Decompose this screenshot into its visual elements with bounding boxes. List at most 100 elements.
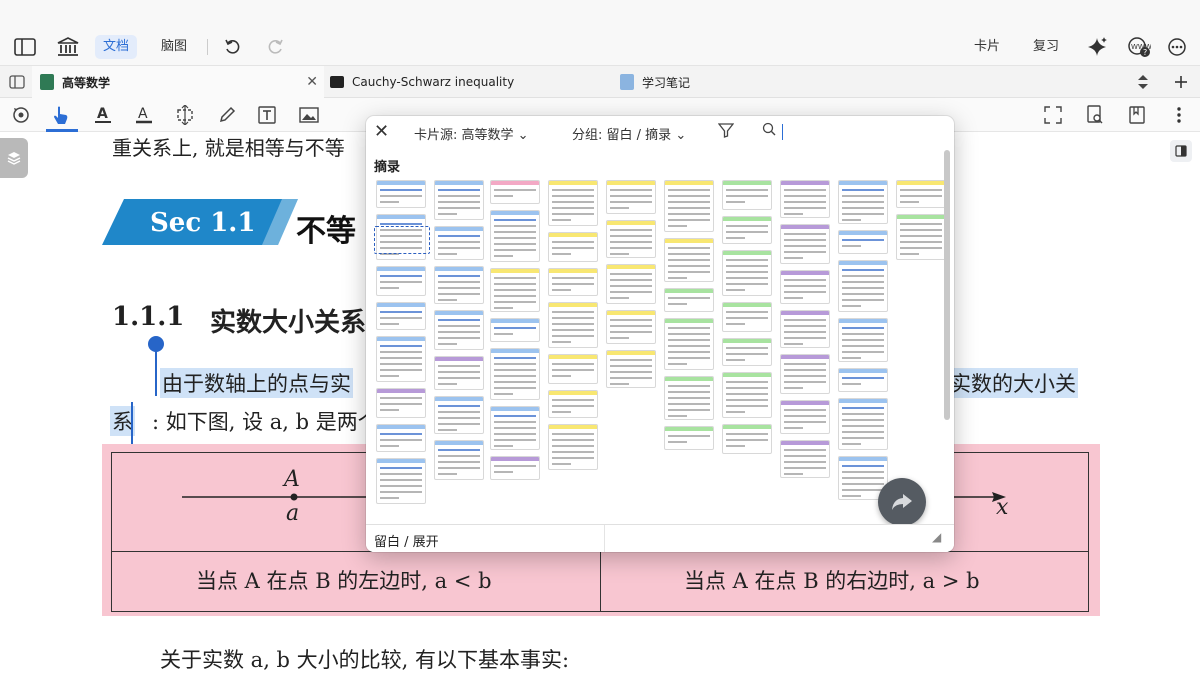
- web-help-icon[interactable]: WWW?: [1126, 34, 1152, 60]
- note-card[interactable]: [434, 226, 484, 260]
- note-card[interactable]: [548, 390, 598, 418]
- more-options-icon[interactable]: [1164, 34, 1190, 60]
- hand-pointer-icon[interactable]: [48, 102, 74, 128]
- note-card[interactable]: [722, 216, 772, 244]
- note-card[interactable]: [376, 266, 426, 296]
- search-icon[interactable]: [762, 122, 776, 140]
- note-card[interactable]: [780, 270, 830, 304]
- note-card[interactable]: [548, 268, 598, 296]
- note-card[interactable]: [606, 180, 656, 214]
- note-card[interactable]: [838, 230, 888, 254]
- share-button[interactable]: [878, 478, 926, 526]
- note-card[interactable]: [838, 180, 888, 224]
- note-card[interactable]: [838, 318, 888, 362]
- note-card[interactable]: [838, 398, 888, 450]
- note-card[interactable]: [838, 368, 888, 392]
- close-tab-icon[interactable]: ✕: [306, 74, 318, 90]
- note-card[interactable]: [896, 180, 946, 208]
- more-vertical-icon[interactable]: [1166, 102, 1192, 128]
- note-card[interactable]: [490, 348, 540, 400]
- split-view-icon[interactable]: [4, 69, 30, 95]
- note-card[interactable]: [722, 302, 772, 332]
- note-card[interactable]: [434, 266, 484, 304]
- pencil-icon[interactable]: [214, 102, 240, 128]
- note-card[interactable]: [780, 224, 830, 264]
- note-card[interactable]: [722, 372, 772, 418]
- text-underline-icon[interactable]: A: [131, 102, 157, 128]
- mindmap-view-button[interactable]: 脑图: [161, 35, 187, 59]
- text-box-icon[interactable]: [254, 102, 280, 128]
- sidebar-toggle-icon[interactable]: [12, 34, 38, 60]
- resize-handle-icon[interactable]: ◢: [932, 530, 941, 544]
- card-board[interactable]: [372, 176, 946, 516]
- right-panel-toggle[interactable]: [1170, 140, 1192, 162]
- note-card[interactable]: [490, 268, 540, 312]
- note-card[interactable]: [780, 354, 830, 394]
- note-card[interactable]: [548, 354, 598, 384]
- tab-sort-icon[interactable]: [1130, 69, 1156, 95]
- image-icon[interactable]: [296, 102, 322, 128]
- sparkle-icon[interactable]: [1084, 34, 1110, 60]
- note-card[interactable]: [664, 318, 714, 370]
- select-area-icon[interactable]: [172, 102, 198, 128]
- note-card[interactable]: [664, 180, 714, 232]
- note-card[interactable]: [490, 180, 540, 204]
- tab-higher-math[interactable]: 高等数学 ✕: [32, 66, 324, 98]
- note-card[interactable]: [606, 350, 656, 388]
- note-card[interactable]: [606, 310, 656, 344]
- group-dropdown[interactable]: 分组: 留白 / 摘录 ⌄: [572, 124, 686, 143]
- note-card[interactable]: [434, 310, 484, 350]
- note-card[interactable]: [434, 180, 484, 220]
- note-card[interactable]: [780, 400, 830, 434]
- scrollbar[interactable]: [944, 150, 950, 420]
- library-icon[interactable]: [55, 34, 81, 60]
- note-card[interactable]: [722, 180, 772, 210]
- note-card[interactable]: [722, 338, 772, 366]
- note-card[interactable]: [664, 426, 714, 450]
- note-card[interactable]: [896, 214, 946, 260]
- note-card[interactable]: [434, 440, 484, 480]
- note-card[interactable]: [548, 232, 598, 262]
- expand-icon[interactable]: [1040, 102, 1066, 128]
- review-button[interactable]: 复习: [1033, 35, 1059, 59]
- note-card[interactable]: [664, 288, 714, 312]
- note-card[interactable]: [434, 396, 484, 434]
- doc-view-button[interactable]: 文档: [95, 35, 138, 59]
- note-card[interactable]: [434, 356, 484, 390]
- note-card[interactable]: [664, 376, 714, 420]
- bookmark-book-icon[interactable]: [1124, 102, 1150, 128]
- tab-study-notes[interactable]: 学习笔记: [612, 66, 912, 98]
- note-card[interactable]: [780, 180, 830, 218]
- search-input[interactable]: [782, 124, 783, 140]
- note-card[interactable]: [664, 238, 714, 282]
- note-card[interactable]: [490, 210, 540, 262]
- note-card[interactable]: [548, 302, 598, 348]
- note-card[interactable]: [606, 264, 656, 304]
- note-card[interactable]: [606, 220, 656, 258]
- note-card[interactable]: [376, 180, 426, 208]
- note-card[interactable]: [490, 456, 540, 480]
- note-card[interactable]: [548, 180, 598, 226]
- card-source-dropdown[interactable]: 卡片源: 高等数学 ⌄: [414, 124, 529, 143]
- note-card[interactable]: [722, 250, 772, 296]
- note-card[interactable]: [490, 318, 540, 342]
- layers-panel-toggle[interactable]: [0, 138, 28, 178]
- new-tab-icon[interactable]: [1168, 69, 1194, 95]
- note-card[interactable]: [376, 336, 426, 382]
- close-icon[interactable]: ✕: [374, 121, 389, 142]
- note-card[interactable]: [838, 260, 888, 312]
- tab-cauchy-schwarz[interactable]: Cauchy-Schwarz inequality: [324, 66, 612, 98]
- note-card[interactable]: [722, 424, 772, 454]
- note-card[interactable]: [376, 424, 426, 452]
- filter-icon[interactable]: [717, 122, 735, 142]
- note-card[interactable]: [376, 388, 426, 418]
- redo-icon[interactable]: [262, 34, 288, 60]
- text-highlight-icon[interactable]: A: [90, 102, 116, 128]
- note-card[interactable]: [780, 440, 830, 478]
- settings-cycle-icon[interactable]: [8, 102, 34, 128]
- note-card[interactable]: [780, 310, 830, 348]
- search-document-icon[interactable]: [1082, 102, 1108, 128]
- note-card[interactable]: [376, 458, 426, 504]
- note-card[interactable]: [490, 406, 540, 450]
- undo-icon[interactable]: [220, 34, 246, 60]
